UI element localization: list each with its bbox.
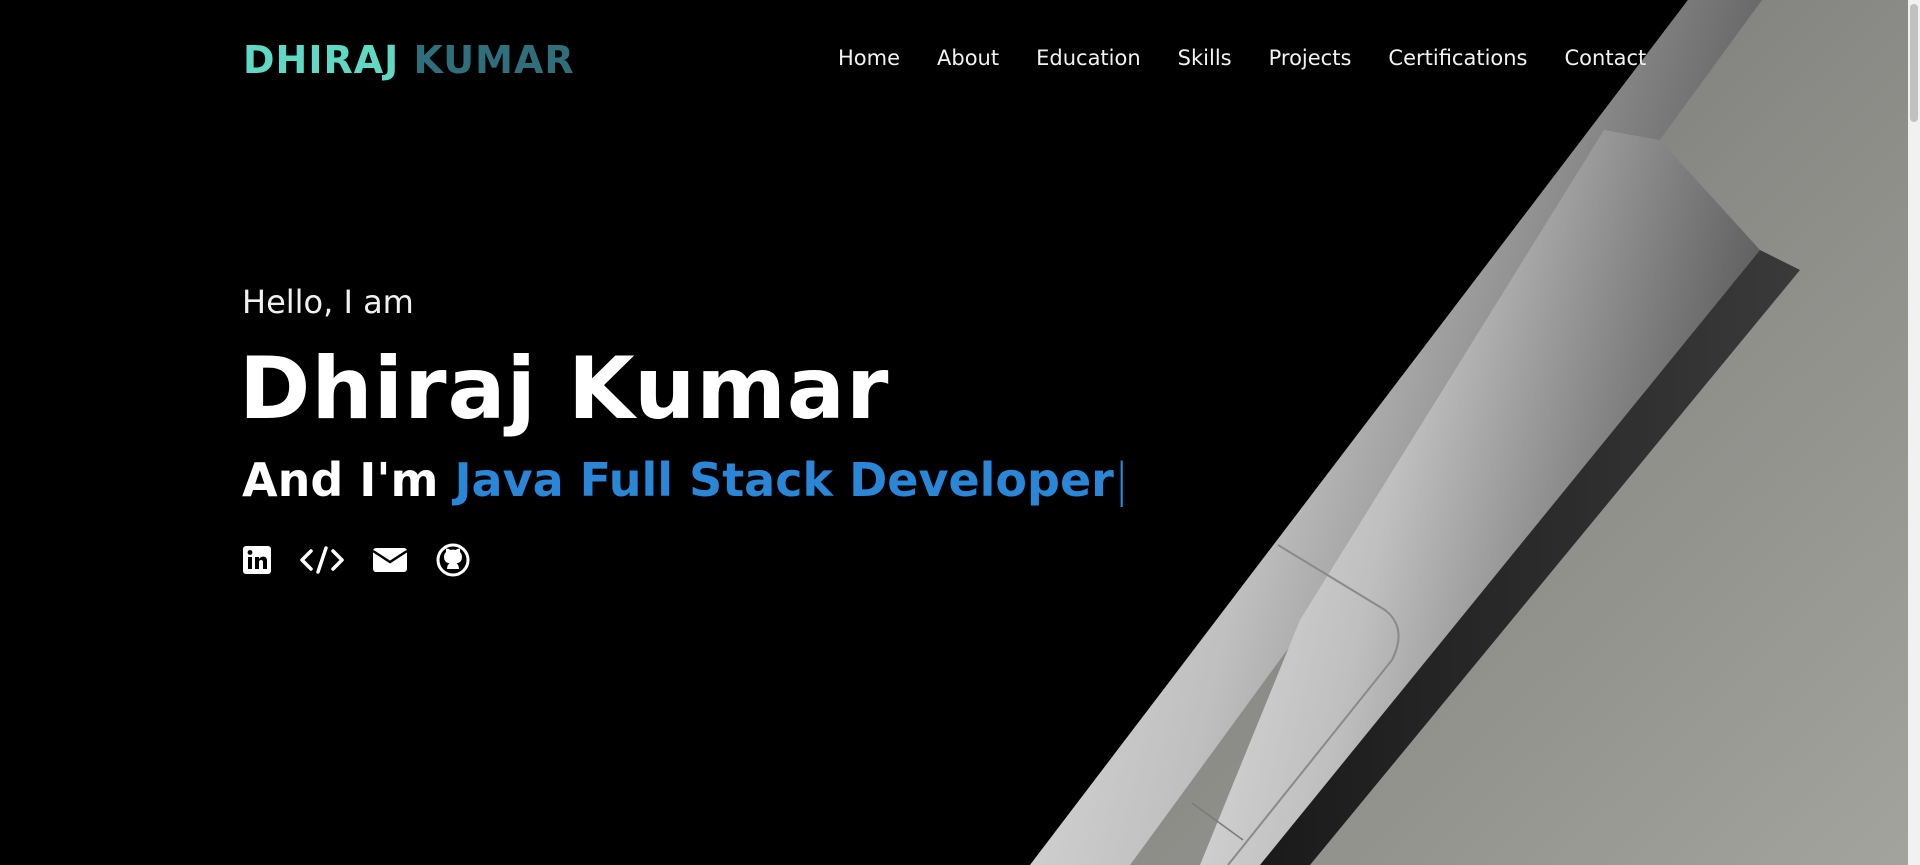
- hero-greeting: Hello, I am: [242, 283, 414, 321]
- typing-cursor: |: [1113, 453, 1130, 507]
- nav-item-about[interactable]: About: [937, 46, 999, 70]
- mail-icon[interactable]: [372, 546, 408, 574]
- github-icon[interactable]: [436, 543, 470, 577]
- hero-name: Dhiraj Kumar: [239, 339, 890, 439]
- code-icon[interactable]: [300, 545, 344, 575]
- navbar: DHIRAJ KUMAR Home About Education Skills…: [0, 0, 1920, 120]
- scrollbar-thumb[interactable]: [1910, 4, 1918, 122]
- nav-item-skills[interactable]: Skills: [1178, 46, 1232, 70]
- page-scrollbar[interactable]: [1908, 0, 1920, 865]
- tagline-prefix: And I'm: [242, 453, 455, 507]
- nav-item-certifications[interactable]: Certifications: [1388, 46, 1527, 70]
- brand-logo[interactable]: DHIRAJ KUMAR: [243, 38, 575, 82]
- hero-intro: Hello, I am Dhiraj Kumar And I'm Java Fu…: [239, 283, 1129, 507]
- brand-first-name: DHIRAJ: [243, 38, 400, 82]
- hero-tagline: And I'm Java Full Stack Developer|: [242, 453, 1129, 507]
- nav-item-education[interactable]: Education: [1036, 46, 1141, 70]
- nav-item-contact[interactable]: Contact: [1565, 46, 1647, 70]
- social-links: [242, 543, 498, 577]
- nav-menu: Home About Education Skills Projects Cer…: [838, 46, 1646, 70]
- typed-role: Java Full Stack Developer: [454, 453, 1114, 507]
- linkedin-icon[interactable]: [242, 545, 272, 575]
- nav-item-projects[interactable]: Projects: [1269, 46, 1352, 70]
- brand-last-name: KUMAR: [413, 38, 575, 82]
- nav-item-home[interactable]: Home: [838, 46, 900, 70]
